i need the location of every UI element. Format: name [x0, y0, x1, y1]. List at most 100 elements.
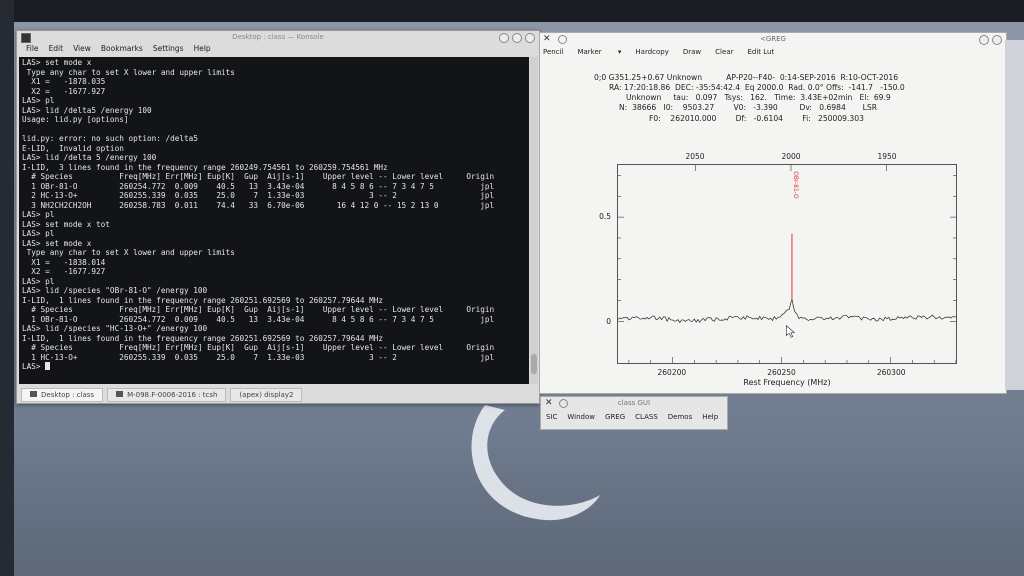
- konsole-window: Desktop : class — Konsole File Edit View…: [16, 30, 540, 404]
- tab-label: Desktop : class: [41, 391, 95, 399]
- terminal-line: LAS> lid /delta 5 /energy 100: [22, 153, 157, 162]
- menu-help[interactable]: Help: [194, 43, 211, 55]
- terminal-output: LAS> set mode x Type any char to set X l…: [19, 57, 529, 373]
- menu-help[interactable]: Help: [702, 409, 718, 425]
- terminal-line: X1 = -1838.014: [31, 257, 106, 267]
- y-tick-label: 0: [606, 316, 611, 326]
- terminal-tab-icon: [116, 391, 124, 397]
- terminal-line: E-LID, Invalid option: [22, 143, 124, 153]
- x-tick-label: 260300: [876, 368, 906, 377]
- terminal-line: X2 = -1677.927: [31, 86, 106, 96]
- top-tick-label: 1950: [877, 152, 897, 161]
- menu-clear[interactable]: Clear: [715, 45, 733, 59]
- terminal-line: Type any char to set X lower and upper l…: [26, 248, 235, 257]
- scrollbar-thumb[interactable]: [531, 354, 537, 374]
- menu-class[interactable]: CLASS: [635, 409, 658, 425]
- terminal-prompt: LAS>: [22, 362, 46, 371]
- menu-sic[interactable]: SIC: [546, 409, 557, 425]
- pin-icon[interactable]: [558, 35, 567, 44]
- top-tick-label: 2050: [685, 152, 705, 161]
- menu-draw[interactable]: Draw: [683, 45, 701, 59]
- terminal-cursor: [45, 362, 51, 370]
- terminal-area[interactable]: LAS> set mode x Type any char to set X l…: [19, 57, 529, 384]
- konsole-titlebar[interactable]: Desktop : class — Konsole: [17, 31, 539, 43]
- tab-label: M-098.F-0006-2016 : tcsh: [127, 391, 218, 399]
- terminal-line: 1 OBr-81-O 260254.772 0.009 40.5 13 3.43…: [31, 314, 495, 324]
- close-icon[interactable]: ✕: [543, 33, 551, 45]
- spectrum-header-line: Unknown tau: 0.097 Tsys: 162. Time: 3.43…: [626, 93, 891, 102]
- desktop-background-window: [1005, 40, 1024, 390]
- class-gui-titlebar[interactable]: ✕ class GUI: [541, 397, 727, 409]
- menu-hardcopy[interactable]: Hardcopy: [635, 45, 668, 59]
- greg-window: ✕ <GREG Pencil Marker ▾ Hardcopy Draw Cl…: [539, 32, 1024, 394]
- terminal-line: 1 OBr-81-O 260254.772 0.009 40.5 13 3.43…: [31, 181, 495, 191]
- class-gui-menubar: SIC Window GREG CLASS Demos Help: [541, 409, 727, 425]
- terminal-line: Type any char to set X lower and upper l…: [26, 67, 235, 77]
- terminal-line: LAS> set mode x tot: [22, 219, 110, 229]
- spectrum-header-line: RA: 17:20:18.86 DEC: -35:54:42.4 Eq 2000…: [609, 83, 905, 92]
- screen-bezel-top: [0, 0, 1024, 22]
- terminal-scrollbar[interactable]: [530, 57, 538, 384]
- menu-marker-label: Marker: [577, 48, 602, 56]
- x-axis-label: Rest Frequency (MHz): [743, 378, 831, 387]
- terminal-line: LAS> pl: [22, 229, 55, 238]
- terminal-line: X2 = -1677.927: [31, 267, 106, 276]
- terminal-line: # Species Freq[MHz] Err[MHz] Eup[K] Gup …: [31, 343, 495, 352]
- minimize-button[interactable]: [979, 35, 989, 45]
- terminal-line: 3 NH2CH2CH2OH 260258.783 0.011 74.4 33 6…: [31, 200, 495, 210]
- close-button[interactable]: [525, 33, 535, 43]
- menu-edit[interactable]: Edit: [49, 43, 64, 55]
- menu-demos[interactable]: Demos: [668, 409, 692, 425]
- close-button[interactable]: [992, 35, 1002, 45]
- menu-settings[interactable]: Settings: [153, 43, 184, 55]
- pin-icon[interactable]: [559, 399, 568, 408]
- tab-label: (apex) display2: [239, 391, 294, 399]
- terminal-icon: [21, 33, 31, 43]
- menu-pencil[interactable]: Pencil: [543, 45, 563, 59]
- screen-bezel-left: [0, 0, 14, 576]
- terminal-line: 2 HC-13-O+ 260255.339 0.035 25.0 7 1.33e…: [31, 191, 495, 200]
- maximize-button[interactable]: [512, 33, 522, 43]
- greg-menubar: Pencil Marker ▾ Hardcopy Draw Clear Edit…: [540, 45, 1006, 59]
- menu-marker[interactable]: Marker ▾: [577, 45, 621, 59]
- menu-greg[interactable]: GREG: [605, 409, 625, 425]
- top-tick-label: 2000: [781, 152, 801, 161]
- menu-edit-lut[interactable]: Edit Lut: [747, 45, 774, 59]
- x-tick-label: 260250: [767, 368, 796, 377]
- menu-window[interactable]: Window: [567, 409, 595, 425]
- konsole-title: Desktop : class — Konsole: [232, 33, 324, 41]
- menu-bookmarks[interactable]: Bookmarks: [101, 43, 143, 55]
- terminal-line: LAS> lid /delta5 /energy 100: [22, 105, 152, 115]
- spectrum-plot[interactable]: OBr-81-O: [617, 164, 957, 364]
- terminal-line: LAS> pl: [22, 210, 55, 219]
- y-tick-label: 0.5: [599, 211, 611, 221]
- minimize-button[interactable]: [499, 33, 509, 43]
- greg-title: <GREG: [759, 35, 786, 43]
- terminal-line: I-LID, 1 lines found in the frequency ra…: [22, 295, 384, 305]
- tab-desktop-class[interactable]: Desktop : class: [21, 388, 104, 402]
- terminal-line: # Species Freq[MHz] Err[MHz] Eup[K] Gup …: [31, 172, 495, 181]
- spectrum-line: [618, 298, 956, 324]
- terminal-line: LAS> set mode x: [22, 58, 92, 67]
- terminal-line: LAS> set mode x: [22, 238, 92, 248]
- terminal-line: LAS> pl: [22, 96, 55, 105]
- menu-view[interactable]: View: [73, 43, 91, 55]
- close-icon[interactable]: ✕: [545, 397, 553, 409]
- spectrum-header-line: F0: 262010.000 Df: -0.6104 Fi: 250009.30…: [649, 114, 864, 123]
- tab-tcsh[interactable]: M-098.F-0006-2016 : tcsh: [107, 388, 227, 402]
- class-gui-window: ✕ class GUI SIC Window GREG CLASS Demos …: [540, 396, 728, 430]
- terminal-line: LAS> lid /species "HC-13-O+" /energy 100: [22, 324, 208, 333]
- class-gui-title: class GUI: [617, 399, 651, 407]
- terminal-line: LAS> lid /species "OBr-81-O" /energy 100: [22, 286, 208, 295]
- terminal-line: 1 HC-13-O+ 260255.339 0.035 25.0 7 1.33e…: [31, 352, 495, 362]
- terminal-line: LAS> pl: [22, 276, 55, 286]
- konsole-tabbar: Desktop : class M-098.F-0006-2016 : tcsh…: [17, 387, 543, 403]
- line-id-label: OBr-81-O: [792, 171, 799, 199]
- spectrum-header-line: N: 38666 I0: 9503.27 V0: -3.390 Dv: 0.69…: [619, 103, 878, 112]
- mouse-cursor-icon: [785, 324, 796, 338]
- konsole-menubar: File Edit View Bookmarks Settings Help: [17, 43, 539, 55]
- menu-file[interactable]: File: [26, 43, 39, 55]
- terminal-line: Usage: lid.py [options]: [22, 115, 129, 124]
- tab-display2[interactable]: (apex) display2: [230, 388, 303, 402]
- greg-titlebar[interactable]: ✕ <GREG: [540, 33, 1006, 45]
